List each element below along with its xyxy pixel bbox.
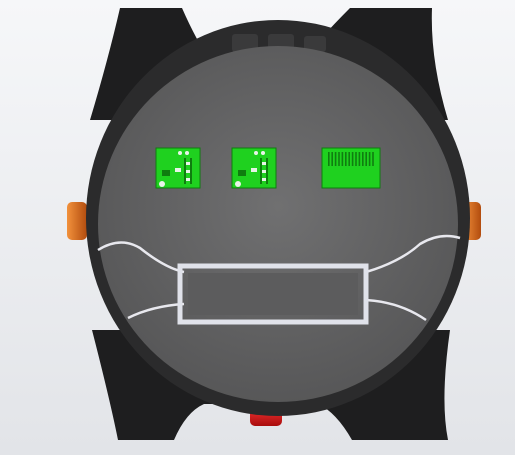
connector-pin [338, 152, 340, 166]
watch-cad-render [0, 0, 515, 455]
connector-pin [365, 152, 367, 166]
connector-pin [358, 152, 361, 166]
pcb-module-2 [231, 147, 277, 189]
connector-pin [328, 152, 330, 166]
connector-pin [362, 152, 364, 166]
connector-pin [331, 152, 333, 166]
connector-pin [372, 152, 374, 166]
watch-dial [98, 46, 458, 402]
pcb-module-1 [155, 147, 201, 189]
connector-pin [355, 152, 357, 166]
connector-pin [348, 152, 350, 166]
connector-pin [351, 152, 354, 166]
connector-pin [368, 152, 371, 166]
connector-pin [334, 152, 337, 166]
pcb-module-3 [321, 147, 381, 189]
connector-pin [345, 152, 347, 166]
connector-pin [341, 152, 344, 166]
left-side-button[interactable] [67, 202, 87, 240]
display-screen [188, 273, 358, 315]
